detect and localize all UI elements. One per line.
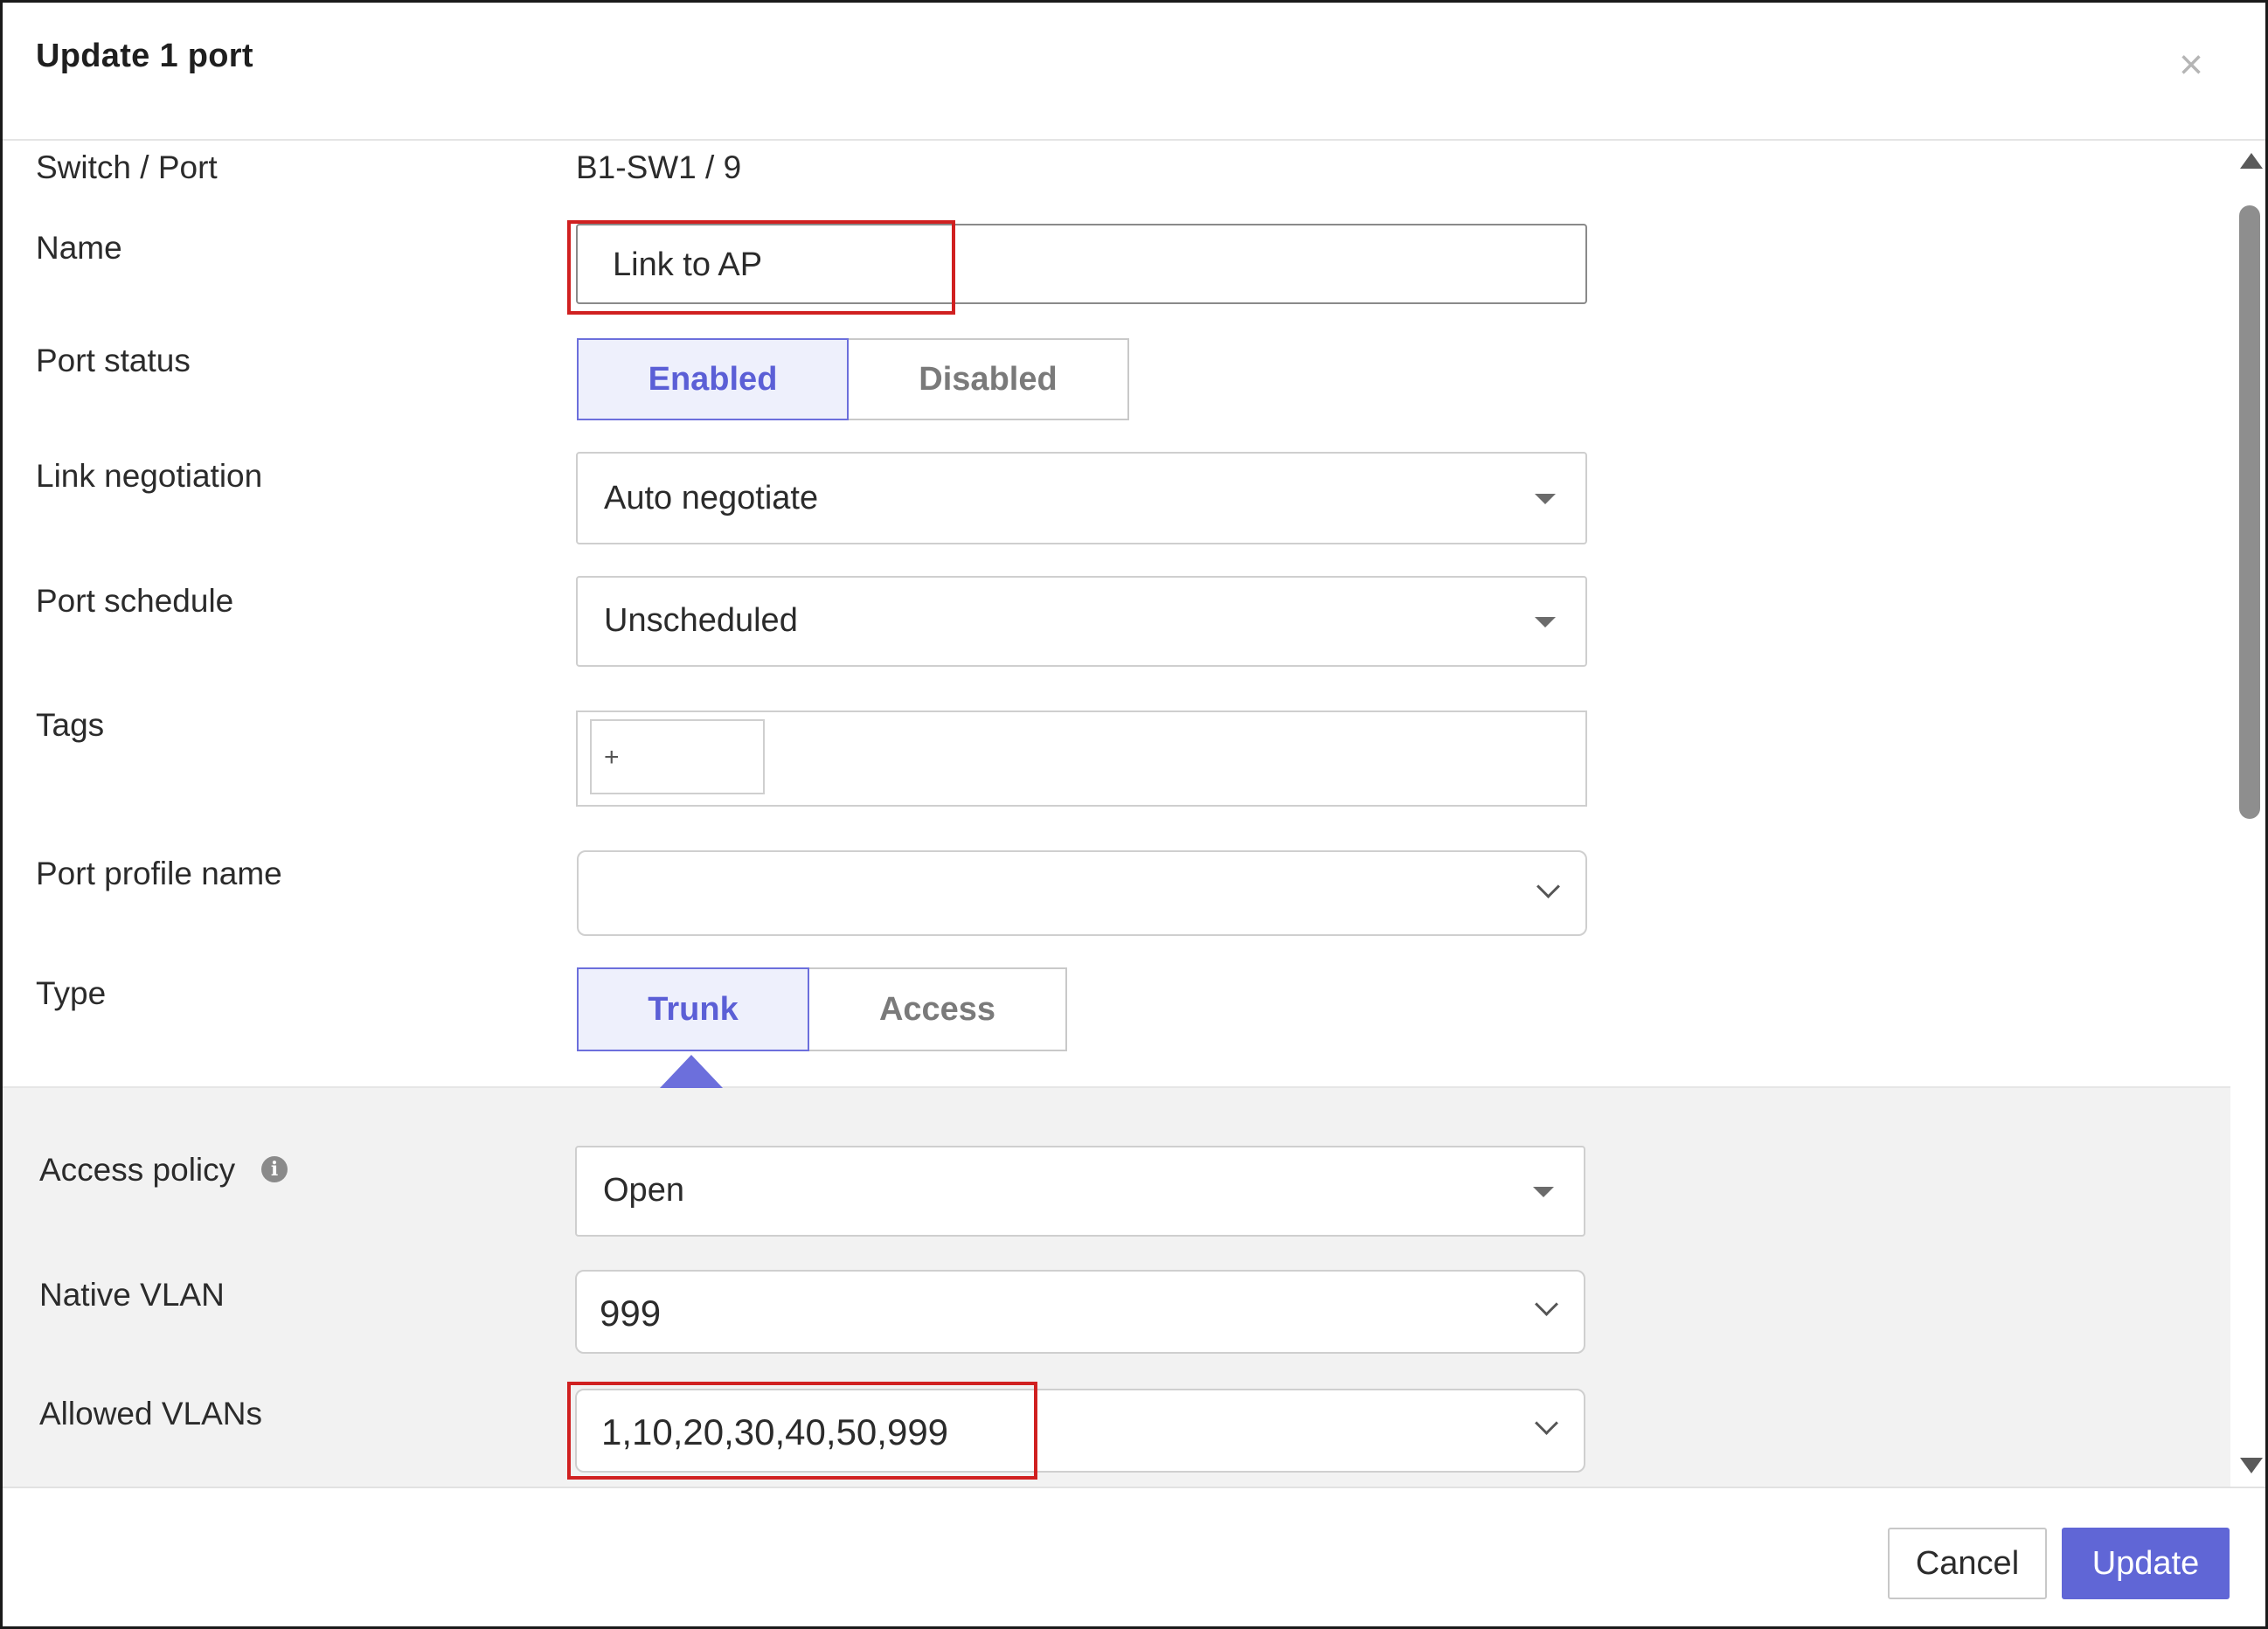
- link-negotiation-select[interactable]: Auto negotiate: [576, 452, 1587, 544]
- port-status-disabled-button[interactable]: Disabled: [847, 338, 1129, 420]
- tags-input[interactable]: +: [576, 711, 1587, 807]
- port-schedule-select[interactable]: Unscheduled: [576, 576, 1587, 667]
- tags-label: Tags: [36, 707, 105, 743]
- access-policy-value: Open: [603, 1172, 684, 1209]
- allowed-vlans-select[interactable]: 1,10,20,30,40,50,999: [575, 1389, 1585, 1473]
- type-access-button[interactable]: Access: [808, 967, 1067, 1051]
- scrollbar[interactable]: [2232, 142, 2264, 1485]
- switch-port-value: B1-SW1 / 9: [576, 149, 742, 185]
- name-input-value: Link to AP: [613, 246, 763, 283]
- update-button[interactable]: Update: [2062, 1528, 2230, 1599]
- access-policy-select[interactable]: Open: [575, 1146, 1585, 1237]
- link-negotiation-label: Link negotiation: [36, 458, 263, 494]
- add-tag-button[interactable]: +: [590, 719, 765, 794]
- port-status-label: Port status: [36, 343, 191, 378]
- allowed-vlans-label: Allowed VLANs: [39, 1396, 263, 1431]
- dialog-header: Update 1 port ×: [3, 3, 2265, 141]
- cancel-button[interactable]: Cancel: [1888, 1528, 2047, 1599]
- dialog-title: Update 1 port: [36, 38, 253, 74]
- scroll-down-icon[interactable]: [2240, 1458, 2263, 1473]
- dropdown-caret-icon: [1535, 494, 1556, 504]
- allowed-vlans-value: 1,10,20,30,40,50,999: [601, 1411, 949, 1452]
- dropdown-caret-icon: [1533, 1187, 1554, 1197]
- chevron-down-icon: [1535, 1293, 1558, 1316]
- name-label: Name: [36, 230, 122, 266]
- name-input[interactable]: Link to AP: [576, 224, 1587, 304]
- port-profile-name-label: Port profile name: [36, 856, 282, 891]
- chevron-down-icon: [1535, 1411, 1558, 1435]
- native-vlan-label: Native VLAN: [39, 1277, 225, 1313]
- native-vlan-value: 999: [600, 1293, 662, 1334]
- switch-port-label: Switch / Port: [36, 149, 218, 185]
- dialog-body: Switch / Port B1-SW1 / 9 Name Link to AP…: [3, 141, 2265, 1487]
- native-vlan-select[interactable]: 999: [575, 1270, 1585, 1354]
- scrollbar-thumb[interactable]: [2239, 205, 2260, 819]
- link-negotiation-value: Auto negotiate: [604, 480, 819, 516]
- port-schedule-value: Unscheduled: [604, 602, 798, 639]
- dropdown-caret-icon: [1535, 617, 1556, 627]
- scroll-up-icon[interactable]: [2240, 153, 2263, 169]
- close-icon[interactable]: ×: [2174, 45, 2209, 87]
- type-label: Type: [36, 975, 107, 1011]
- plus-icon: +: [604, 743, 620, 772]
- port-status-enabled-button[interactable]: Enabled: [577, 338, 849, 420]
- chevron-down-icon: [1536, 875, 1560, 898]
- selected-type-pointer-icon: [660, 1055, 723, 1088]
- access-policy-label: Access policy: [39, 1152, 236, 1188]
- update-port-dialog: Update 1 port × Switch / Port B1-SW1 / 9…: [0, 0, 2268, 1629]
- port-schedule-label: Port schedule: [36, 583, 234, 619]
- dialog-footer: Cancel Update: [3, 1487, 2265, 1626]
- port-profile-name-select[interactable]: [577, 850, 1587, 936]
- type-trunk-button[interactable]: Trunk: [577, 967, 809, 1051]
- info-icon[interactable]: i: [261, 1156, 288, 1182]
